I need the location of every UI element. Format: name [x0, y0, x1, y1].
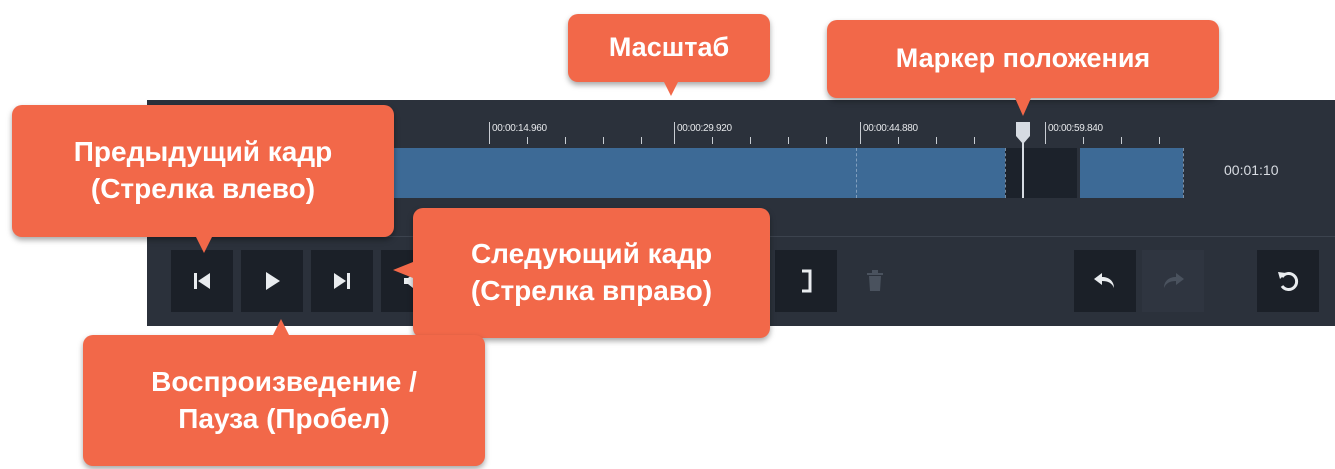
right-bracket-icon [802, 269, 812, 293]
ruler-major-tick [1045, 122, 1046, 144]
previous-frame-callout-pointer [196, 237, 212, 253]
play-pause-callout-pointer [273, 319, 289, 335]
play-pause-button[interactable] [241, 250, 303, 312]
previous-frame-button[interactable] [171, 250, 233, 312]
ruler-major-tick [860, 122, 861, 144]
play-icon [266, 272, 280, 290]
ruler-tick [641, 137, 642, 144]
scale-callout: Масштаб [568, 14, 770, 82]
clip-boundary [1005, 148, 1006, 198]
redo-icon [1164, 273, 1184, 288]
ruler-tick [936, 137, 937, 144]
total-duration: 00:01:10 [1224, 162, 1279, 178]
ruler-major-tick [489, 122, 490, 144]
next-frame-callout-line2: (Стрелка вправо) [470, 275, 713, 306]
ruler-time-label: 00:00:29.920 [677, 123, 732, 134]
previous-frame-callout-line2: (Стрелка влево) [90, 173, 316, 204]
video-clip[interactable] [1080, 148, 1183, 198]
next-frame-callout-line1: Следующий кадр [470, 238, 713, 270]
ruler-time-label: 00:00:14.960 [492, 123, 547, 134]
next-frame-callout: Следующий кадр (Стрелка вправо) [413, 208, 770, 338]
skip-back-icon [194, 273, 210, 289]
ruler-major-tick [674, 122, 675, 144]
delete-button[interactable] [844, 250, 906, 312]
skip-forward-icon [334, 273, 350, 289]
next-frame-button[interactable] [311, 250, 373, 312]
ruler-tick [1159, 137, 1160, 144]
previous-frame-callout-line1: Предыдущий кадр [73, 136, 333, 168]
ruler-time-label: 00:00:44.880 [863, 123, 918, 134]
ruler-tick [898, 137, 899, 144]
undo-icon [1094, 273, 1114, 288]
clip-gap [1005, 148, 1077, 198]
clip-boundary [856, 148, 857, 198]
reset-icon [1278, 272, 1299, 291]
set-end-marker-button[interactable] [775, 250, 837, 312]
next-frame-callout-pointer [393, 262, 413, 278]
clip-boundary [1183, 148, 1184, 198]
scale-callout-pointer [664, 82, 678, 96]
trash-icon [867, 270, 883, 291]
position-marker-handle[interactable] [1015, 122, 1031, 144]
ruler-time-label: 00:00:59.840 [1048, 123, 1103, 134]
ruler-tick [974, 137, 975, 144]
ruler-tick [788, 137, 789, 144]
video-clip[interactable] [377, 148, 1005, 198]
previous-frame-callout: Предыдущий кадр (Стрелка влево) [12, 105, 394, 237]
scale-callout-text: Масштаб [608, 32, 730, 63]
ruler-tick [1121, 137, 1122, 144]
redo-button[interactable] [1142, 250, 1204, 312]
ruler-tick [712, 137, 713, 144]
reset-button[interactable] [1257, 250, 1319, 312]
ruler-tick [1083, 137, 1084, 144]
ruler-tick [826, 137, 827, 144]
ruler-tick [565, 137, 566, 144]
ruler-tick [527, 137, 528, 144]
position-marker-callout: Маркер положения [827, 20, 1219, 98]
ruler-tick [750, 137, 751, 144]
ruler-tick [603, 137, 604, 144]
play-pause-callout: Воспроизведение / Пауза (Пробел) [83, 335, 485, 466]
position-marker-callout-text: Маркер положения [895, 43, 1151, 74]
undo-button[interactable] [1074, 250, 1136, 312]
play-pause-callout-line2: Пауза (Пробел) [178, 402, 390, 434]
play-pause-callout-line1: Воспроизведение / [151, 365, 417, 397]
position-marker-callout-pointer [1015, 98, 1031, 116]
